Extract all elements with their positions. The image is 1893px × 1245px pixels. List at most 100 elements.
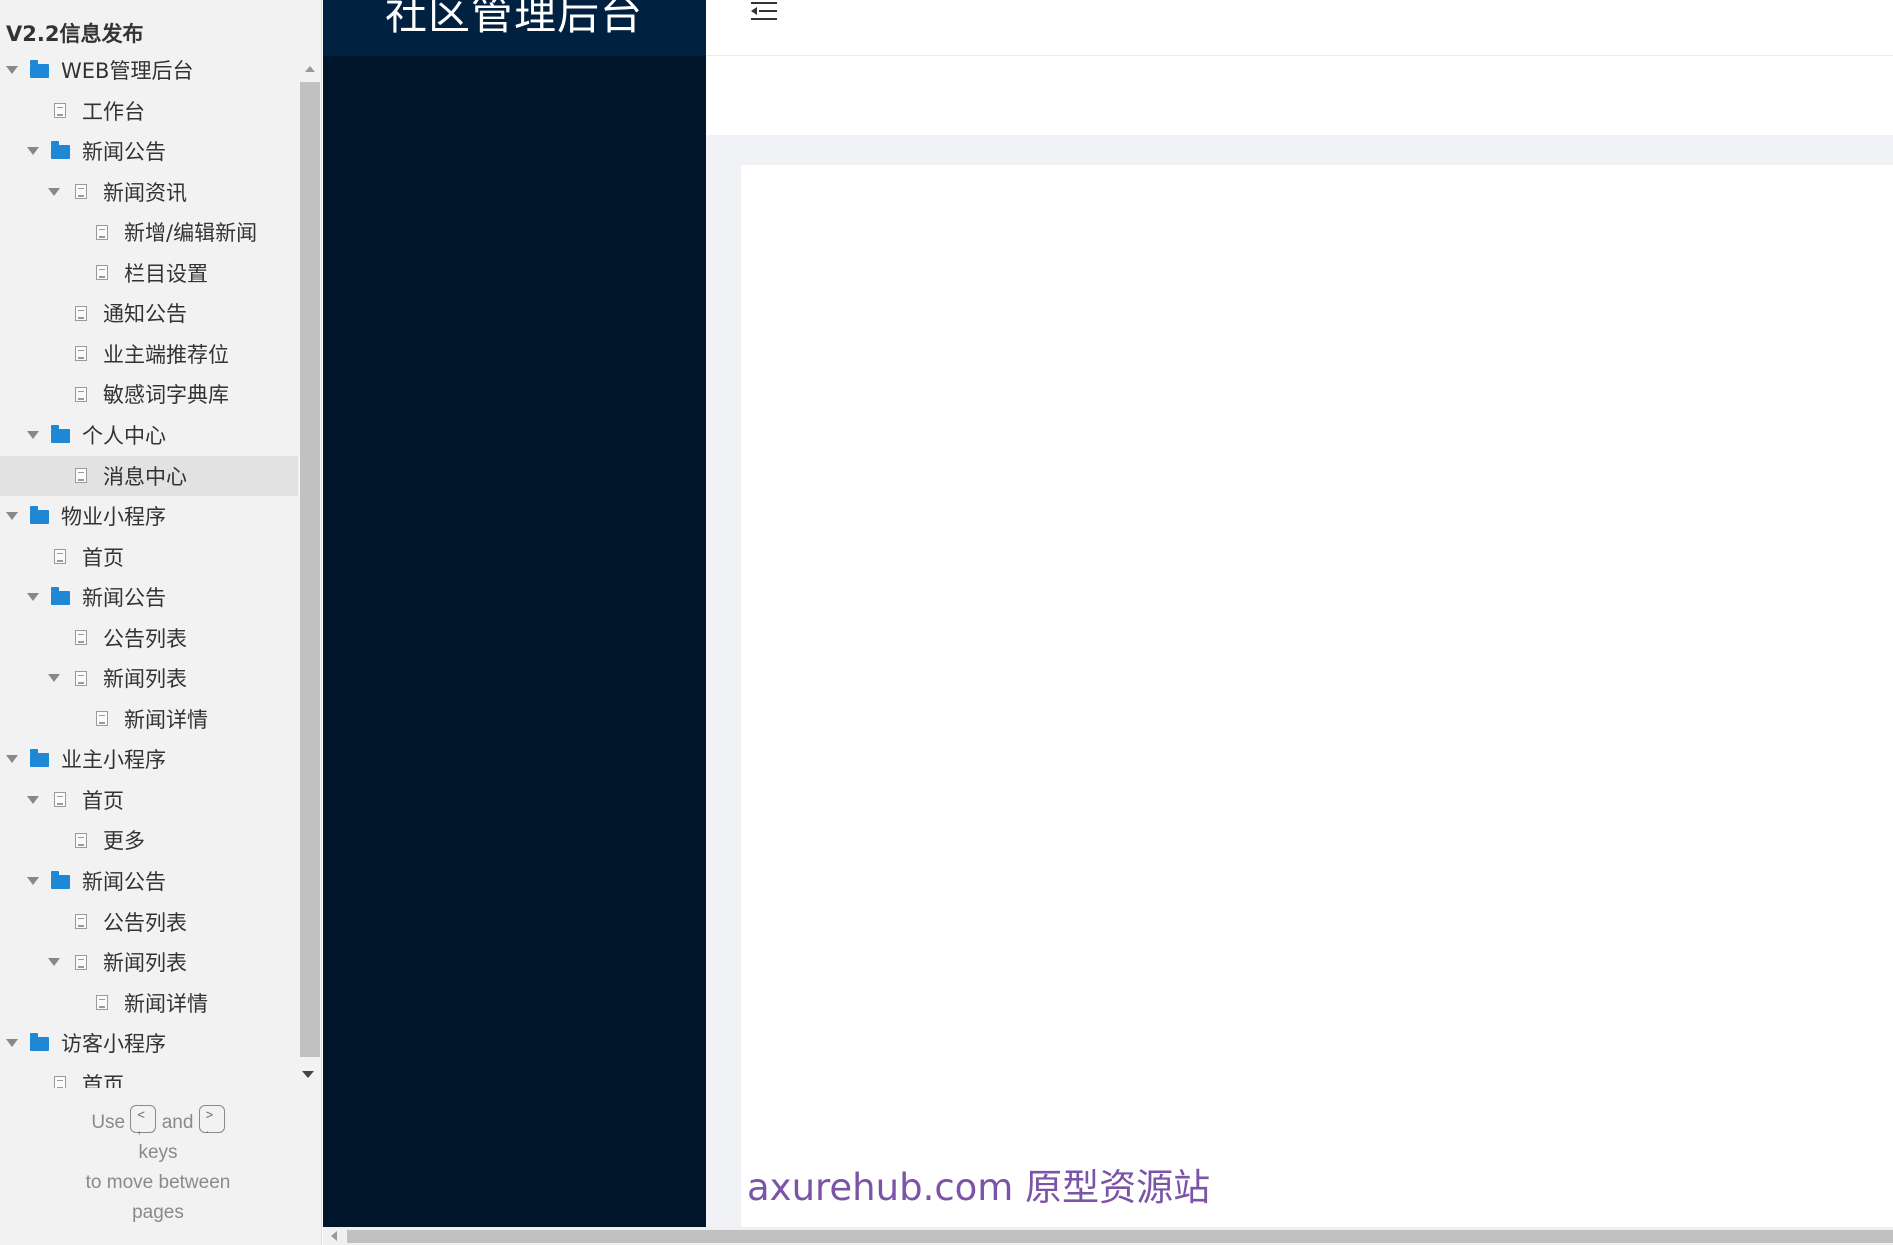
horizontal-scrollbar[interactable] <box>323 1227 1893 1245</box>
expand-caret-icon[interactable] <box>6 512 18 521</box>
page-icon <box>96 711 108 727</box>
sitemap-item-label: 新增/编辑新闻 <box>124 221 258 246</box>
sitemap-item-label: 首页 <box>82 788 124 813</box>
sitemap-item[interactable]: 物业小程序 <box>0 496 298 536</box>
sitemap-item[interactable]: 敏感词字典库 <box>0 374 298 414</box>
page-icon <box>96 224 108 240</box>
page-icon <box>96 995 108 1011</box>
expand-caret-icon[interactable] <box>6 1039 18 1048</box>
app-logo: 社区管理后台 <box>323 0 706 56</box>
sitemap-item-label: 访客小程序 <box>61 1032 166 1057</box>
sitemap-item[interactable]: 公告列表 <box>0 618 298 658</box>
page-icon <box>75 630 87 646</box>
expand-caret-icon[interactable] <box>48 187 60 196</box>
right-key-icon: >. <box>198 1104 225 1135</box>
scrollbar-thumb[interactable] <box>300 82 320 1057</box>
scroll-left-icon[interactable] <box>331 1231 337 1241</box>
sitemap-item-label: 栏目设置 <box>124 261 208 286</box>
page-icon <box>75 914 87 930</box>
expand-caret-icon[interactable] <box>27 795 39 804</box>
expand-caret-icon[interactable] <box>27 593 39 602</box>
expand-caret-icon[interactable] <box>48 674 60 683</box>
sitemap-item[interactable]: 新闻资讯 <box>0 172 298 212</box>
app-sidebar: 社区管理后台 <box>323 0 706 1227</box>
sitemap-item-label: 新闻公告 <box>82 586 166 611</box>
sitemap-item-label: 更多 <box>103 829 145 854</box>
sitemap-item[interactable]: WEB管理后台 <box>0 55 298 90</box>
sitemap-item-label: 工作台 <box>82 99 145 124</box>
sitemap-item[interactable]: 新闻公告 <box>0 861 298 901</box>
sitemap-item-label: 敏感词字典库 <box>103 383 229 408</box>
sitemap-item[interactable]: 新闻公告 <box>0 131 298 171</box>
sitemap-item-label: 消息中心 <box>103 464 187 489</box>
sitemap-scrollbar[interactable] <box>298 58 322 1088</box>
sitemap-item-label: 新闻列表 <box>103 951 187 976</box>
menu-fold-icon[interactable] <box>749 0 779 22</box>
sitemap-item[interactable]: 消息中心 <box>0 455 298 496</box>
sitemap-item[interactable]: 更多 <box>0 820 298 860</box>
page-icon <box>75 954 87 970</box>
horizontal-scrollbar-thumb[interactable] <box>347 1230 1893 1243</box>
folder-icon <box>51 424 70 443</box>
sitemap-item[interactable]: 新增/编辑新闻 <box>0 212 298 252</box>
sitemap-item[interactable]: 新闻公告 <box>0 577 298 617</box>
hint-pages: pages <box>132 1202 184 1223</box>
folder-icon <box>30 506 49 525</box>
sitemap-item-label: 通知公告 <box>103 302 187 327</box>
page-icon <box>75 832 87 848</box>
sitemap-item-label: 新闻列表 <box>103 667 187 692</box>
sitemap-item[interactable]: 新闻详情 <box>0 699 298 739</box>
sitemap-item[interactable]: 访客小程序 <box>0 1023 298 1063</box>
sitemap-item-label: 首页 <box>82 545 124 570</box>
folder-icon <box>51 871 70 889</box>
expand-caret-icon[interactable] <box>6 66 18 74</box>
scroll-down-icon[interactable] <box>302 1071 314 1078</box>
page-icon <box>54 549 66 565</box>
expand-caret-icon[interactable] <box>27 147 39 156</box>
page-icon <box>75 386 87 402</box>
content-area <box>706 135 1893 1227</box>
hint-keys: keys <box>138 1142 178 1163</box>
sitemap-item-label: WEB管理后台 <box>61 59 194 83</box>
page-icon <box>54 792 66 808</box>
app-logo-text: 社区管理后台 <box>385 0 644 39</box>
project-title: V2.2信息发布 <box>6 22 144 46</box>
sitemap-item[interactable]: 首页 <box>0 780 298 820</box>
page-icon <box>75 305 87 321</box>
expand-caret-icon[interactable] <box>48 958 60 967</box>
expand-caret-icon[interactable] <box>6 755 18 764</box>
expand-caret-icon[interactable] <box>27 430 39 439</box>
sitemap-panel: V2.2信息发布 WEB管理后台 工作台 新闻公告 新闻资讯 新增/编辑新闻 栏目设置 通知… <box>0 0 322 1245</box>
sitemap-item-label: 业主端推荐位 <box>103 342 229 367</box>
page-icon <box>96 265 108 281</box>
sitemap-item[interactable]: 新闻详情 <box>0 983 298 1023</box>
sitemap-item[interactable]: 新闻列表 <box>0 658 298 698</box>
sitemap-item-label: 公告列表 <box>103 910 187 935</box>
sitemap-item[interactable]: 个人中心 <box>0 415 298 455</box>
hint-and: and <box>161 1112 194 1133</box>
sitemap-item-label: 新闻详情 <box>124 991 208 1016</box>
sitemap-item[interactable]: 业主端推荐位 <box>0 334 298 374</box>
sitemap-item[interactable]: 新闻列表 <box>0 942 298 982</box>
page-icon <box>75 184 87 200</box>
navigation-hint: Use <, and >. keys to move between pages <box>0 1104 316 1228</box>
sitemap-item[interactable]: 通知公告 <box>0 293 298 333</box>
sitemap-item-label: 新闻详情 <box>124 707 208 732</box>
sitemap-item-label: 物业小程序 <box>61 505 166 530</box>
sitemap-item[interactable]: 首页 <box>0 537 298 577</box>
sitemap-item-label: 新闻公告 <box>82 870 166 894</box>
content-card <box>741 165 1893 1227</box>
sitemap-item[interactable]: 公告列表 <box>0 902 298 942</box>
sitemap-item-label: 业主小程序 <box>61 748 166 773</box>
sitemap-item[interactable]: 工作台 <box>0 91 298 131</box>
sitemap-item-label: 公告列表 <box>103 626 187 651</box>
page-icon <box>75 346 87 362</box>
sitemap-item[interactable]: 栏目设置 <box>0 253 298 293</box>
expand-caret-icon[interactable] <box>27 877 39 885</box>
sitemap-item[interactable]: 业主小程序 <box>0 739 298 779</box>
scroll-up-icon[interactable] <box>305 66 315 72</box>
folder-icon <box>30 60 49 78</box>
page-icon <box>54 1076 66 1088</box>
sitemap-item-label: 首页 <box>82 1072 124 1088</box>
sitemap-item[interactable]: 首页 <box>0 1064 298 1088</box>
